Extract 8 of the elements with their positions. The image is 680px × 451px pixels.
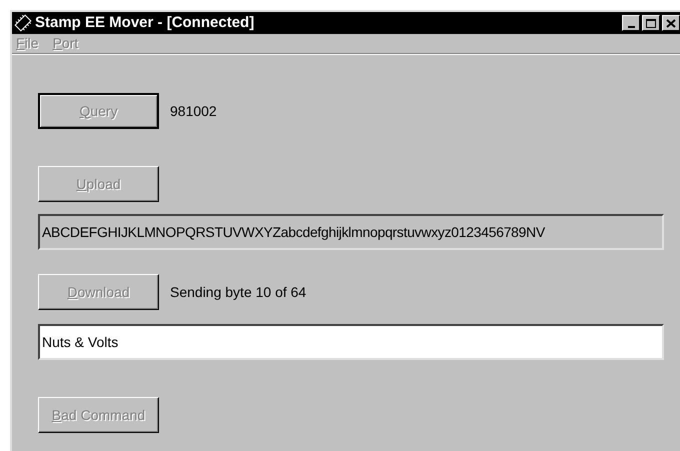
text-field[interactable]: Nuts & Volts [38,324,664,360]
minimize-button[interactable] [622,15,640,31]
maximize-button[interactable] [642,15,660,31]
close-button[interactable] [662,15,680,31]
window-title: Stamp EE Mover - [Connected] [35,12,254,33]
status-text: Sending byte 10 of 64 [170,282,306,302]
close-icon [666,18,676,28]
status-text: 981002 [170,102,217,120]
